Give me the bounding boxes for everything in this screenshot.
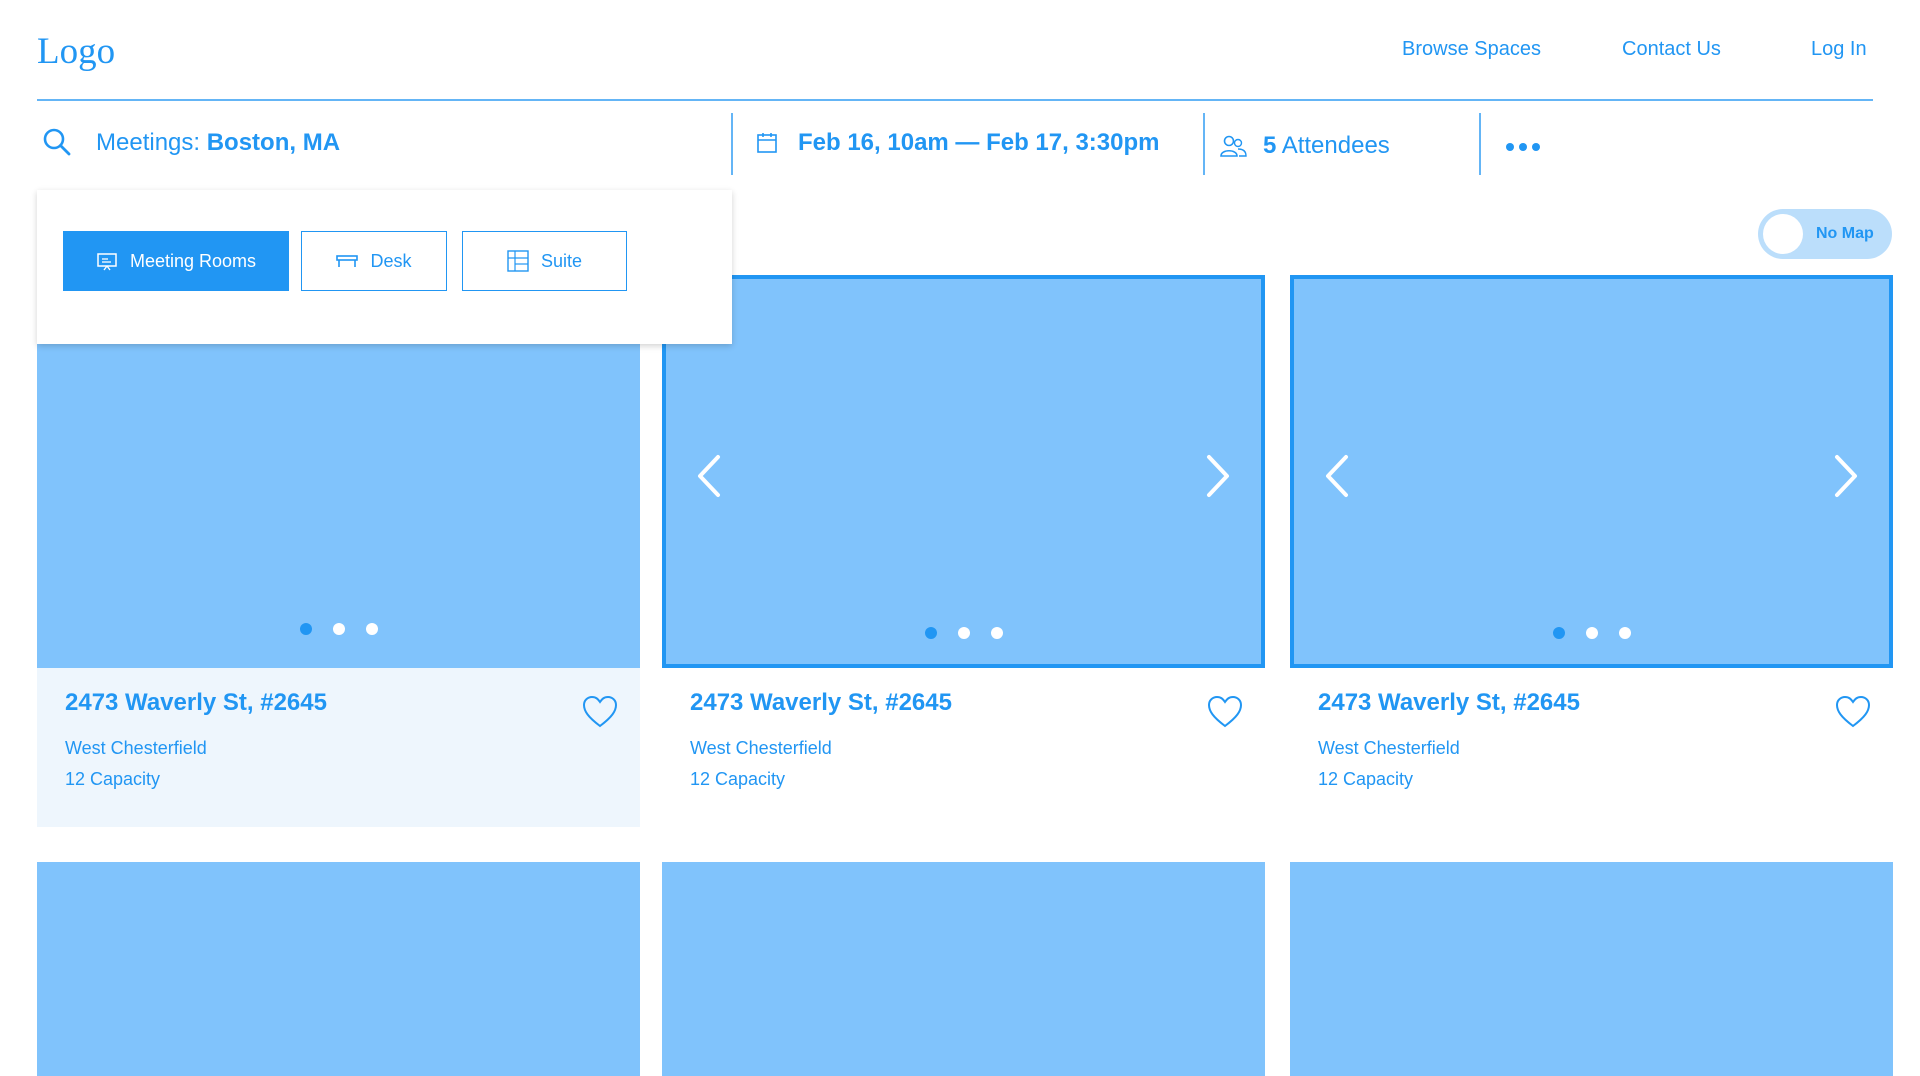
- search-icon[interactable]: [42, 127, 72, 157]
- chevron-left-icon[interactable]: [1322, 453, 1352, 499]
- carousel-dot[interactable]: [1585, 627, 1598, 639]
- page: Logo Browse Spaces Contact Us Log In Mee…: [0, 0, 1920, 1076]
- attendees-icon: [1220, 135, 1247, 157]
- header-divider: [37, 99, 1873, 101]
- search-divider: [1479, 113, 1481, 175]
- chevron-right-icon[interactable]: [1203, 453, 1233, 499]
- search-divider: [731, 113, 733, 175]
- suite-button[interactable]: Suite: [462, 231, 627, 291]
- carousel-dot[interactable]: [1552, 627, 1565, 639]
- chevron-left-icon[interactable]: [694, 453, 724, 499]
- carousel-dot[interactable]: [1618, 627, 1631, 639]
- listing-card[interactable]: 2473 Waverly St, #2645 West Chesterfield…: [662, 275, 1265, 827]
- desk-label: Desk: [370, 250, 412, 271]
- more-icon[interactable]: [1505, 140, 1541, 154]
- nav-log-in[interactable]: Log In: [1811, 38, 1867, 61]
- listing-image[interactable]: [662, 862, 1265, 1076]
- listing-location: West Chesterfield: [690, 738, 832, 758]
- suite-label: Suite: [540, 250, 583, 271]
- search-prefix: Meetings:: [96, 129, 207, 156]
- map-toggle[interactable]: No Map: [1758, 209, 1892, 259]
- listing-capacity: 12 Capacity: [690, 769, 786, 789]
- carousel-dot[interactable]: [365, 623, 378, 635]
- listing-capacity: 12 Capacity: [1318, 769, 1414, 789]
- listing-location: West Chesterfield: [65, 738, 207, 758]
- image-carousel-dots: [1294, 627, 1889, 639]
- listing-capacity: 12 Capacity: [65, 769, 161, 789]
- search-location: Boston, MA: [206, 129, 341, 156]
- chevron-right-icon[interactable]: [1831, 453, 1861, 499]
- listing-card[interactable]: 2473 Waverly St, #2645 West Chesterfield…: [1290, 275, 1893, 827]
- nav-contact-us[interactable]: Contact Us: [1622, 38, 1721, 61]
- date-range-field[interactable]: Feb 16, 10am — Feb 17, 3:30pm: [798, 129, 1160, 157]
- attendees-field[interactable]: 5 Attendees: [1263, 132, 1390, 160]
- nav-browse-spaces[interactable]: Browse Spaces: [1402, 38, 1541, 61]
- listing-title[interactable]: 2473 Waverly St, #2645: [690, 689, 952, 717]
- image-carousel-dots: [666, 627, 1261, 639]
- listing-image[interactable]: [1290, 862, 1893, 1076]
- heart-icon[interactable]: [1207, 695, 1243, 729]
- search-divider: [1203, 113, 1205, 175]
- map-toggle-label: No Map: [1816, 225, 1874, 242]
- logo[interactable]: Logo: [37, 30, 115, 73]
- toggle-knob: [1763, 214, 1803, 254]
- listing-card[interactable]: 2473 Waverly St, #2645 West Chesterfield…: [37, 275, 640, 827]
- carousel-dot[interactable]: [332, 623, 345, 635]
- carousel-dot[interactable]: [957, 627, 970, 639]
- meeting-rooms-button[interactable]: Meeting Rooms: [63, 231, 289, 291]
- listing-location: West Chesterfield: [1318, 738, 1460, 758]
- carousel-dot[interactable]: [924, 627, 937, 639]
- listing-title[interactable]: 2473 Waverly St, #2645: [65, 689, 327, 717]
- attendees-count: 5: [1263, 132, 1277, 159]
- desk-icon: [336, 255, 359, 267]
- search-field[interactable]: Meetings: Boston, MA: [96, 129, 340, 157]
- listing-title[interactable]: 2473 Waverly St, #2645: [1318, 689, 1580, 717]
- attendees-label: Attendees: [1276, 132, 1390, 159]
- space-type-dropdown: Meeting Rooms Desk Suite: [37, 190, 732, 344]
- listing-image[interactable]: [37, 862, 640, 1076]
- meeting-rooms-label: Meeting Rooms: [129, 250, 257, 271]
- carousel-dot[interactable]: [299, 623, 312, 635]
- carousel-dot[interactable]: [990, 627, 1003, 639]
- listing-image[interactable]: [1290, 275, 1893, 668]
- image-carousel-dots: [37, 623, 640, 635]
- presentation-icon: [97, 253, 117, 271]
- heart-icon[interactable]: [1835, 695, 1871, 729]
- calendar-icon: [757, 133, 777, 153]
- desk-button[interactable]: Desk: [301, 231, 447, 291]
- heart-icon[interactable]: [582, 695, 618, 729]
- listing-image[interactable]: [662, 275, 1265, 668]
- floorplan-icon: [507, 250, 529, 272]
